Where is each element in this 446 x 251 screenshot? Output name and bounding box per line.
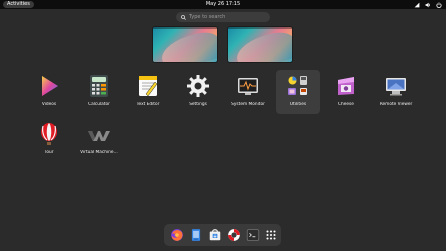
app-calculator[interactable]: Calculator [77,70,121,114]
workspace-thumbnail-1[interactable] [153,27,217,62]
dock [164,224,281,246]
virtual-machine-icon [88,131,110,141]
app-videos[interactable]: Videos [27,70,71,114]
calculator-icon [90,75,108,97]
app-text-editor[interactable]: Text Editor [126,70,170,114]
system-monitor-icon [238,78,258,95]
files-icon[interactable] [189,228,203,242]
app-label: Cheese [338,102,354,107]
terminal-icon[interactable] [246,228,260,242]
network-icon[interactable] [414,2,420,8]
workspace-panel [153,27,217,29]
wallpaper-shape [232,27,292,62]
search-box[interactable] [176,12,270,22]
remote-viewer-icon [386,78,406,96]
videos-icon [42,76,58,96]
app-remote-viewer[interactable]: Remote Viewer [374,70,418,114]
app-label: Text Editor [136,102,160,107]
app-label: Virtual Machine… [80,150,118,155]
app-label: Remote Viewer [379,102,413,107]
workspace-thumbnail-2[interactable] [228,27,292,62]
app-virtual-machine[interactable]: Virtual Machine… [77,118,121,162]
clock-label[interactable]: May 26 17:15 [206,1,240,7]
app-folder-utilities[interactable]: Utilities [276,70,320,114]
system-tray[interactable] [414,1,442,8]
cheese-icon [338,77,354,95]
help-lifebuoy-icon[interactable] [227,228,241,242]
clock[interactable]: May 26 17:15 [0,0,446,9]
firefox-icon[interactable] [170,228,184,242]
app-cheese[interactable]: Cheese [324,70,368,114]
software-store-icon[interactable] [208,228,222,242]
search-icon [181,14,186,20]
workspace-panel [228,27,292,29]
app-tour[interactable]: Tour [27,118,71,162]
app-label: System Monitor [231,102,265,107]
text-editor-icon [139,76,158,97]
app-system-monitor[interactable]: System Monitor [226,70,270,114]
volume-icon[interactable] [425,2,431,8]
utilities-folder-icon [288,76,307,95]
settings-gear-icon [187,75,209,97]
app-label: Videos [41,102,57,107]
app-label: Settings [189,102,207,107]
app-settings[interactable]: Settings [176,70,220,114]
show-apps-grid-icon[interactable] [264,228,278,242]
search-input[interactable] [189,13,267,21]
wallpaper-shape [157,27,217,62]
app-label: Calculator [88,102,110,107]
top-bar: Activities May 26 17:15 [0,0,446,9]
app-label: Tour [44,150,54,155]
app-label: Utilities [289,102,307,107]
tour-balloon-icon [41,123,57,145]
power-icon[interactable] [436,1,442,8]
